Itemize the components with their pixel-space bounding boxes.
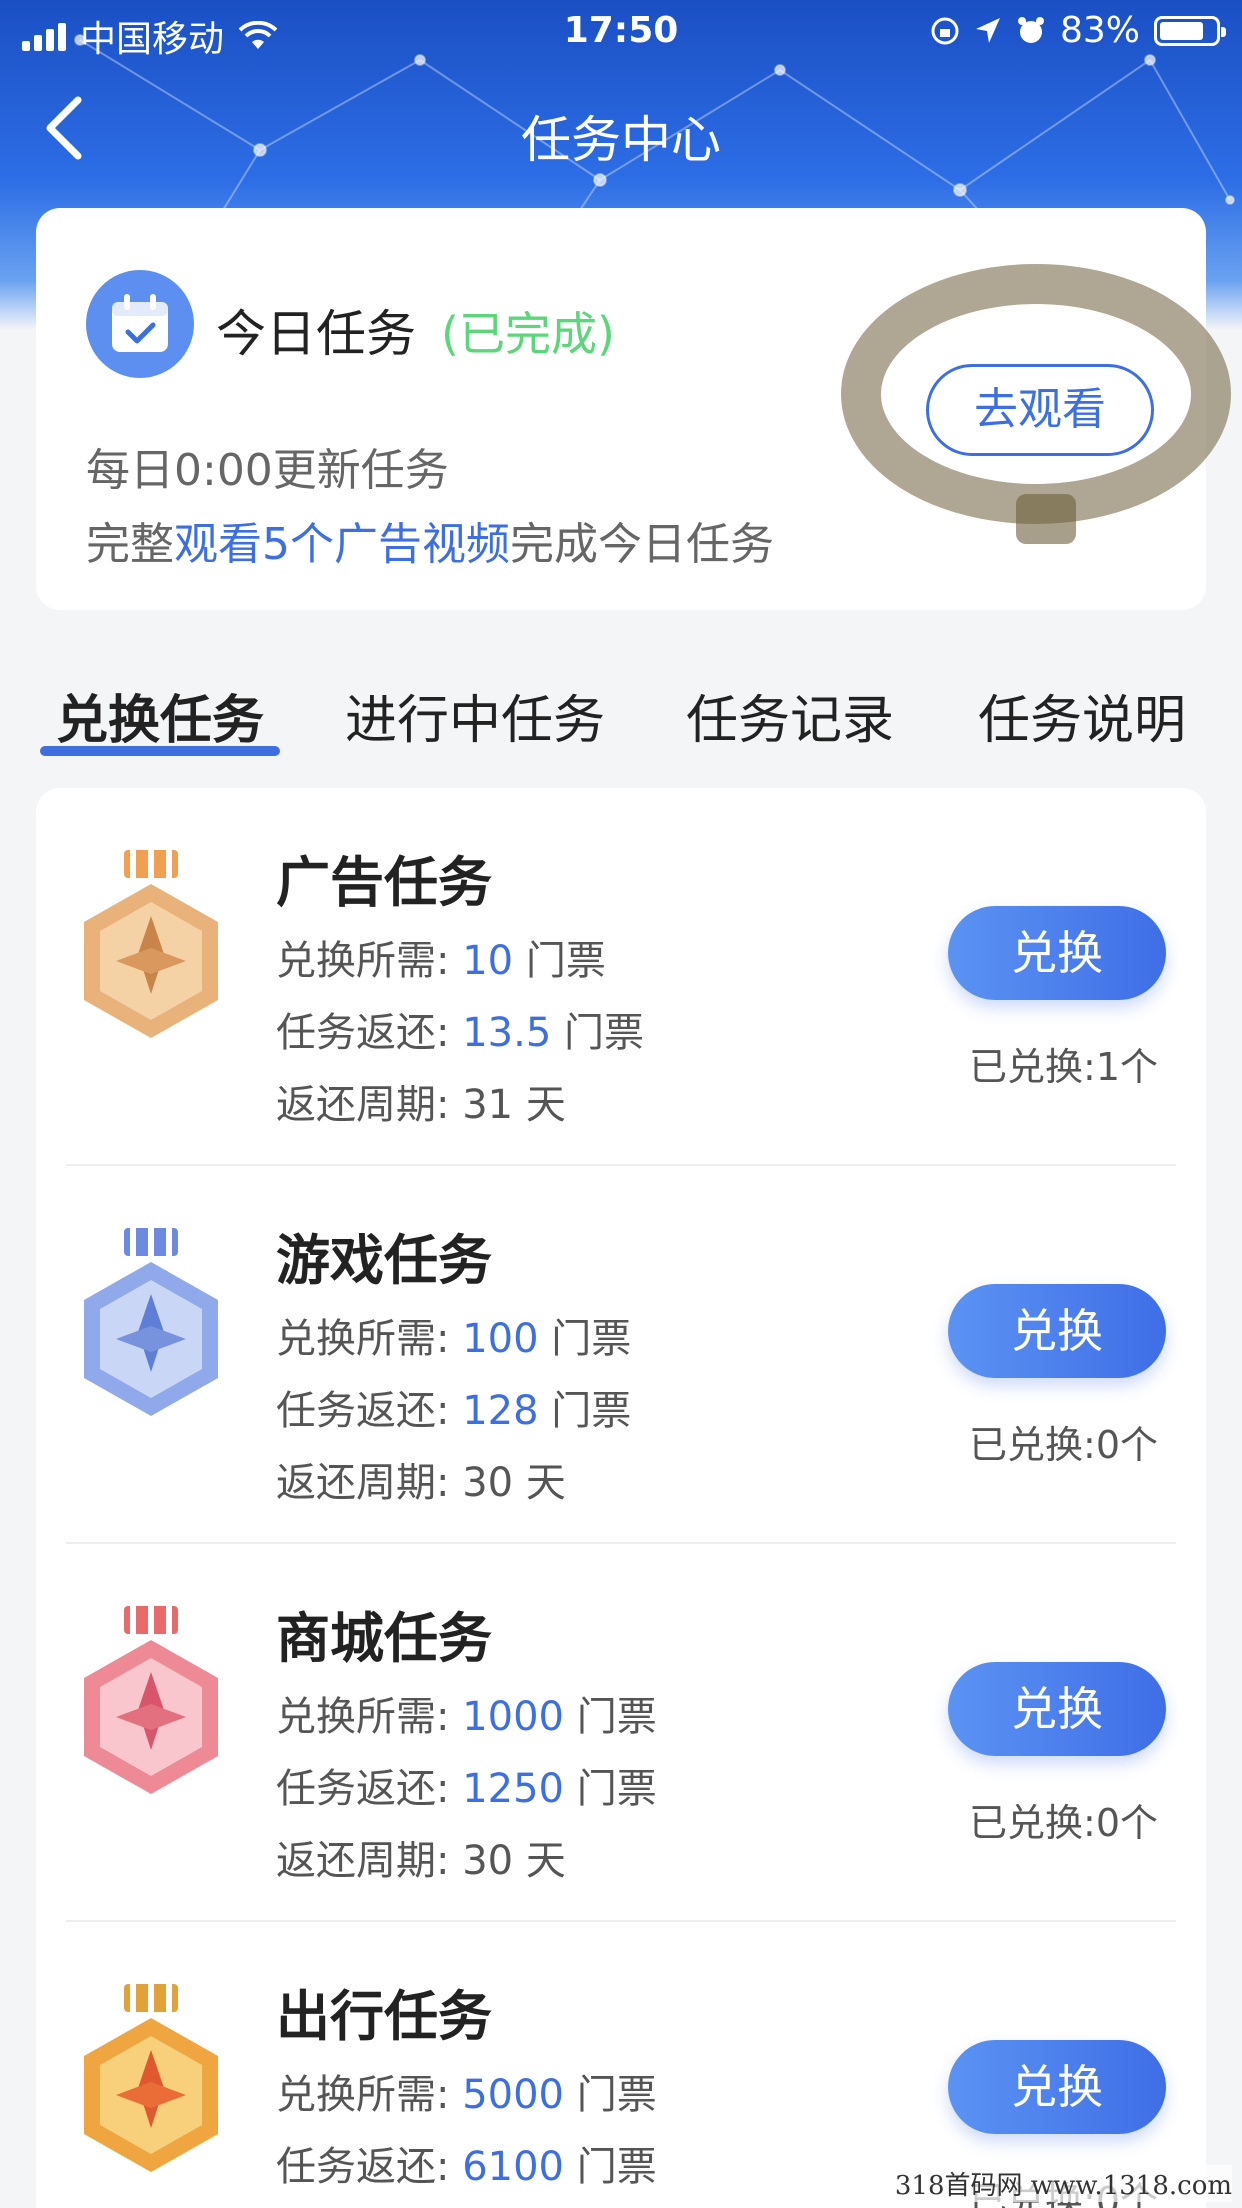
page-title: 任务中心: [521, 111, 721, 169]
gold-medal-icon: [84, 1984, 218, 2172]
tab-task-instructions[interactable]: 任务说明: [978, 678, 1186, 753]
task-name: 广告任务: [276, 851, 492, 914]
task-item-mall: 商城任务 兑换所需: 1000 门票 任务返还: 1250 门票 返还周期: 3…: [36, 1544, 1206, 1922]
today-task-status: (已完成): [441, 307, 615, 361]
watermark: 318首码网 www.1318.com: [894, 2165, 1232, 2202]
redeem-button[interactable]: 兑换: [948, 2040, 1166, 2134]
return-line: 任务返还: 128 门票: [276, 1388, 632, 1434]
cost-line: 兑换所需: 5000 门票: [276, 2072, 657, 2118]
task-name: 商城任务: [276, 1607, 492, 1670]
tab-in-progress-tasks[interactable]: 进行中任务: [345, 678, 605, 753]
alarm-icon: [1017, 16, 1044, 43]
task-tabs: 兑换任务 进行中任务 任务记录 任务说明: [0, 670, 1242, 770]
tab-exchange-tasks[interactable]: 兑换任务: [56, 678, 264, 753]
active-tab-indicator: [40, 746, 280, 756]
return-line: 任务返还: 6100 门票: [276, 2144, 657, 2190]
redeem-button[interactable]: 兑换: [948, 1284, 1166, 1378]
redeem-button[interactable]: 兑换: [948, 1662, 1166, 1756]
return-line: 任务返还: 13.5 门票: [276, 1010, 644, 1056]
task-requirement-highlight: 观看5个广告视频: [174, 519, 510, 570]
task-list: 广告任务 兑换所需: 10 门票 任务返还: 13.5 门票 返还周期: 31 …: [36, 788, 1206, 2208]
cost-line: 兑换所需: 100 门票: [276, 1316, 632, 1362]
today-task-title: 今日任务: [216, 305, 416, 363]
return-line: 任务返还: 1250 门票: [276, 1766, 657, 1812]
tab-task-records[interactable]: 任务记录: [686, 678, 894, 753]
redeem-button[interactable]: 兑换: [948, 906, 1166, 1000]
today-task-card: 今日任务 (已完成) 每日0:00更新任务 完整观看5个广告视频完成今日任务 去…: [36, 208, 1231, 610]
period-line: 返还周期: 31 天: [276, 1082, 566, 1128]
task-requirement-text: 完整观看5个广告视频完成今日任务: [86, 519, 774, 570]
nav-bar: 任务中心: [0, 80, 1242, 176]
cost-line: 兑换所需: 10 门票: [276, 938, 606, 984]
task-item-game: 游戏任务 兑换所需: 100 门票 任务返还: 128 门票 返还周期: 30 …: [36, 1166, 1206, 1544]
rotation-lock-icon: [931, 17, 959, 44]
task-item-ad: 广告任务 兑换所需: 10 门票 任务返还: 13.5 门票 返还周期: 31 …: [36, 788, 1206, 1166]
calendar-check-icon: [86, 270, 194, 378]
period-line: 返还周期: 30 天: [276, 1460, 566, 1506]
bronze-medal-icon: [84, 850, 218, 1038]
cost-line: 兑换所需: 1000 门票: [276, 1694, 657, 1740]
period-line: 返还周期: 30 天: [276, 1838, 566, 1884]
redeemed-count: 已兑换:1个: [969, 1045, 1158, 1089]
pink-medal-icon: [84, 1606, 218, 1794]
battery-icon: [1154, 15, 1226, 46]
redeemed-count: 已兑换:0个: [969, 1423, 1158, 1467]
update-time-text: 每日0:00更新任务: [86, 445, 449, 496]
redeemed-count: 已兑换:0个: [969, 1801, 1158, 1845]
status-bar: 中国移动 17:50 83%: [0, 0, 1242, 60]
location-icon: [975, 17, 1000, 43]
battery-percent: 83%: [1059, 10, 1140, 51]
go-watch-button[interactable]: 去观看: [926, 364, 1154, 456]
task-name: 游戏任务: [276, 1229, 492, 1292]
silver-medal-icon: [84, 1228, 218, 1416]
task-name: 出行任务: [276, 1985, 492, 2048]
